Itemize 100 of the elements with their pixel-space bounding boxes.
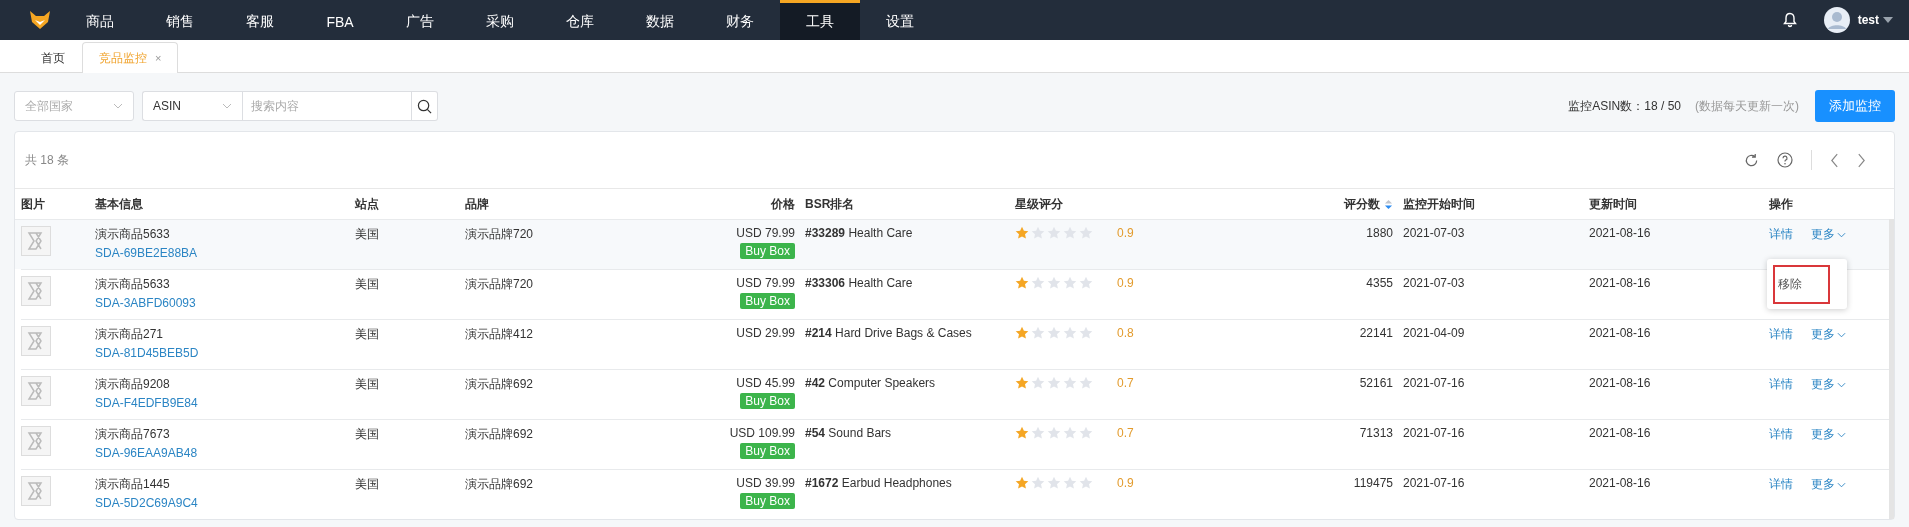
more-dropdown[interactable]: 更多 [1811, 376, 1846, 393]
nav-item[interactable]: 采购 [460, 0, 540, 40]
nav-item[interactable]: 销售 [140, 0, 220, 40]
chevron-down-icon [1837, 381, 1846, 388]
product-image-placeholder-icon [21, 376, 51, 406]
bell-icon[interactable] [1781, 12, 1798, 28]
product-name: 演示商品7673 [95, 426, 170, 443]
star-icon [1063, 376, 1077, 390]
fox-logo-icon [28, 8, 52, 32]
nav-item[interactable]: 商品 [60, 0, 140, 40]
sku-link[interactable]: SDA-F4EDFB9E84 [95, 396, 198, 410]
star-icon [1079, 276, 1093, 290]
bsr-rank-cell: #1672 Earbud Headphones [805, 476, 952, 490]
more-dropdown[interactable]: 更多 [1811, 426, 1846, 443]
brand-cell: 演示品牌692 [465, 376, 534, 393]
nav-item[interactable]: 数据 [620, 0, 700, 40]
column-header: 品牌 [465, 195, 489, 213]
rating-value: 0.7 [1117, 426, 1134, 440]
help-icon[interactable] [1777, 152, 1793, 168]
scroll-bar[interactable] [1889, 219, 1894, 519]
details-link[interactable]: 详情 [1769, 226, 1793, 243]
page-tab[interactable]: 首页 [24, 42, 82, 73]
sku-link[interactable]: SDA-69BE2E88BA [95, 246, 198, 260]
product-name: 演示商品271 [95, 326, 164, 343]
country-select[interactable]: 全部国家 [14, 91, 134, 121]
site-cell: 美国 [355, 376, 379, 393]
product-name: 演示商品5633 [95, 276, 170, 293]
more-dropdown[interactable]: 更多 [1811, 226, 1846, 243]
site-cell: 美国 [355, 326, 379, 343]
site-cell: 美国 [355, 226, 379, 243]
buy-box-tag: Buy Box [740, 393, 795, 409]
review-count: 52161 [1359, 376, 1393, 390]
star-icon [1079, 326, 1093, 340]
chevron-right-icon[interactable] [1857, 152, 1866, 168]
rating-value: 0.7 [1117, 376, 1134, 390]
details-link[interactable]: 详情 [1769, 326, 1793, 343]
price-cell: USD 29.99 [736, 326, 795, 340]
nav-item[interactable]: 设置 [860, 0, 940, 40]
star-icon [1079, 376, 1093, 390]
sku-link[interactable]: SDA-81D45BEB5D [95, 346, 199, 360]
chevron-left-icon[interactable] [1830, 152, 1839, 168]
close-icon[interactable]: × [155, 52, 162, 64]
review-count: 119475 [1353, 476, 1393, 490]
price-cell: USD 39.99 [736, 476, 795, 490]
buy-box-tag: Buy Box [740, 243, 795, 259]
star-icon [1047, 426, 1061, 440]
sku-link[interactable]: SDA-5D2C69A9C4 [95, 496, 198, 510]
sku-link[interactable]: SDA-96EAA9AB48 [95, 446, 198, 460]
column-header: 评分数 [1344, 195, 1380, 213]
product-name: 演示商品1445 [95, 476, 170, 493]
column-header: 站点 [355, 195, 379, 213]
chevron-down-icon [1837, 231, 1846, 238]
column-header: 图片 [21, 195, 45, 213]
star-icon [1015, 476, 1029, 490]
site-cell: 美国 [355, 476, 379, 493]
details-link[interactable]: 详情 [1769, 376, 1793, 393]
nav-item[interactable]: 工具 [780, 0, 860, 40]
review-count: 22141 [1359, 326, 1393, 340]
review-count: 4355 [1366, 276, 1393, 290]
search-field[interactable]: 搜索内容 [242, 91, 412, 121]
update-date: 2021-08-16 [1589, 376, 1651, 390]
add-monitor-button[interactable]: 添加监控 [1815, 90, 1895, 122]
bsr-rank-cell: #33289 Health Care [805, 226, 913, 240]
review-count: 71313 [1359, 426, 1393, 440]
sort-icon[interactable] [1384, 198, 1393, 210]
site-cell: 美国 [355, 276, 379, 293]
more-dropdown[interactable]: 更多 [1811, 326, 1846, 343]
remove-menu-item[interactable]: 移除 [1773, 264, 1830, 304]
product-image-placeholder-icon [21, 276, 51, 306]
star-icon [1047, 276, 1061, 290]
update-date: 2021-08-16 [1589, 426, 1651, 440]
nav-item[interactable]: 财务 [700, 0, 780, 40]
star-icon [1031, 476, 1045, 490]
nav-item[interactable]: 广告 [380, 0, 460, 40]
brand-cell: 演示品牌720 [465, 226, 534, 243]
more-dropdown[interactable]: 更多 [1811, 476, 1846, 493]
nav-item[interactable]: 仓库 [540, 0, 620, 40]
start-date: 2021-07-03 [1403, 226, 1465, 240]
update-date: 2021-08-16 [1589, 476, 1651, 490]
nav-item[interactable]: FBA [300, 0, 380, 40]
caret-icon[interactable] [1883, 17, 1893, 23]
rating-value: 0.9 [1117, 476, 1134, 490]
column-header: 基本信息 [95, 195, 143, 213]
nav-item[interactable]: 客服 [220, 0, 300, 40]
user-name[interactable]: test [1857, 13, 1879, 27]
star-icon [1079, 426, 1093, 440]
sku-link[interactable]: SDA-3ABFD60093 [95, 296, 196, 310]
update-date: 2021-08-16 [1589, 326, 1651, 340]
brand-cell: 演示品牌692 [465, 426, 534, 443]
buy-box-tag: Buy Box [740, 293, 795, 309]
details-link[interactable]: 详情 [1769, 476, 1793, 493]
bsr-rank-cell: #54 Sound Bars [805, 426, 892, 440]
search-button[interactable] [412, 91, 438, 121]
refresh-icon[interactable] [1744, 152, 1759, 168]
details-link[interactable]: 详情 [1769, 426, 1793, 443]
avatar-icon[interactable] [1823, 7, 1850, 33]
type-select[interactable]: ASIN [142, 91, 242, 121]
buy-box-tag: Buy Box [740, 493, 795, 509]
page-tab[interactable]: 竞品监控 × [82, 42, 179, 73]
tab-label: 竞品监控 [99, 49, 147, 67]
